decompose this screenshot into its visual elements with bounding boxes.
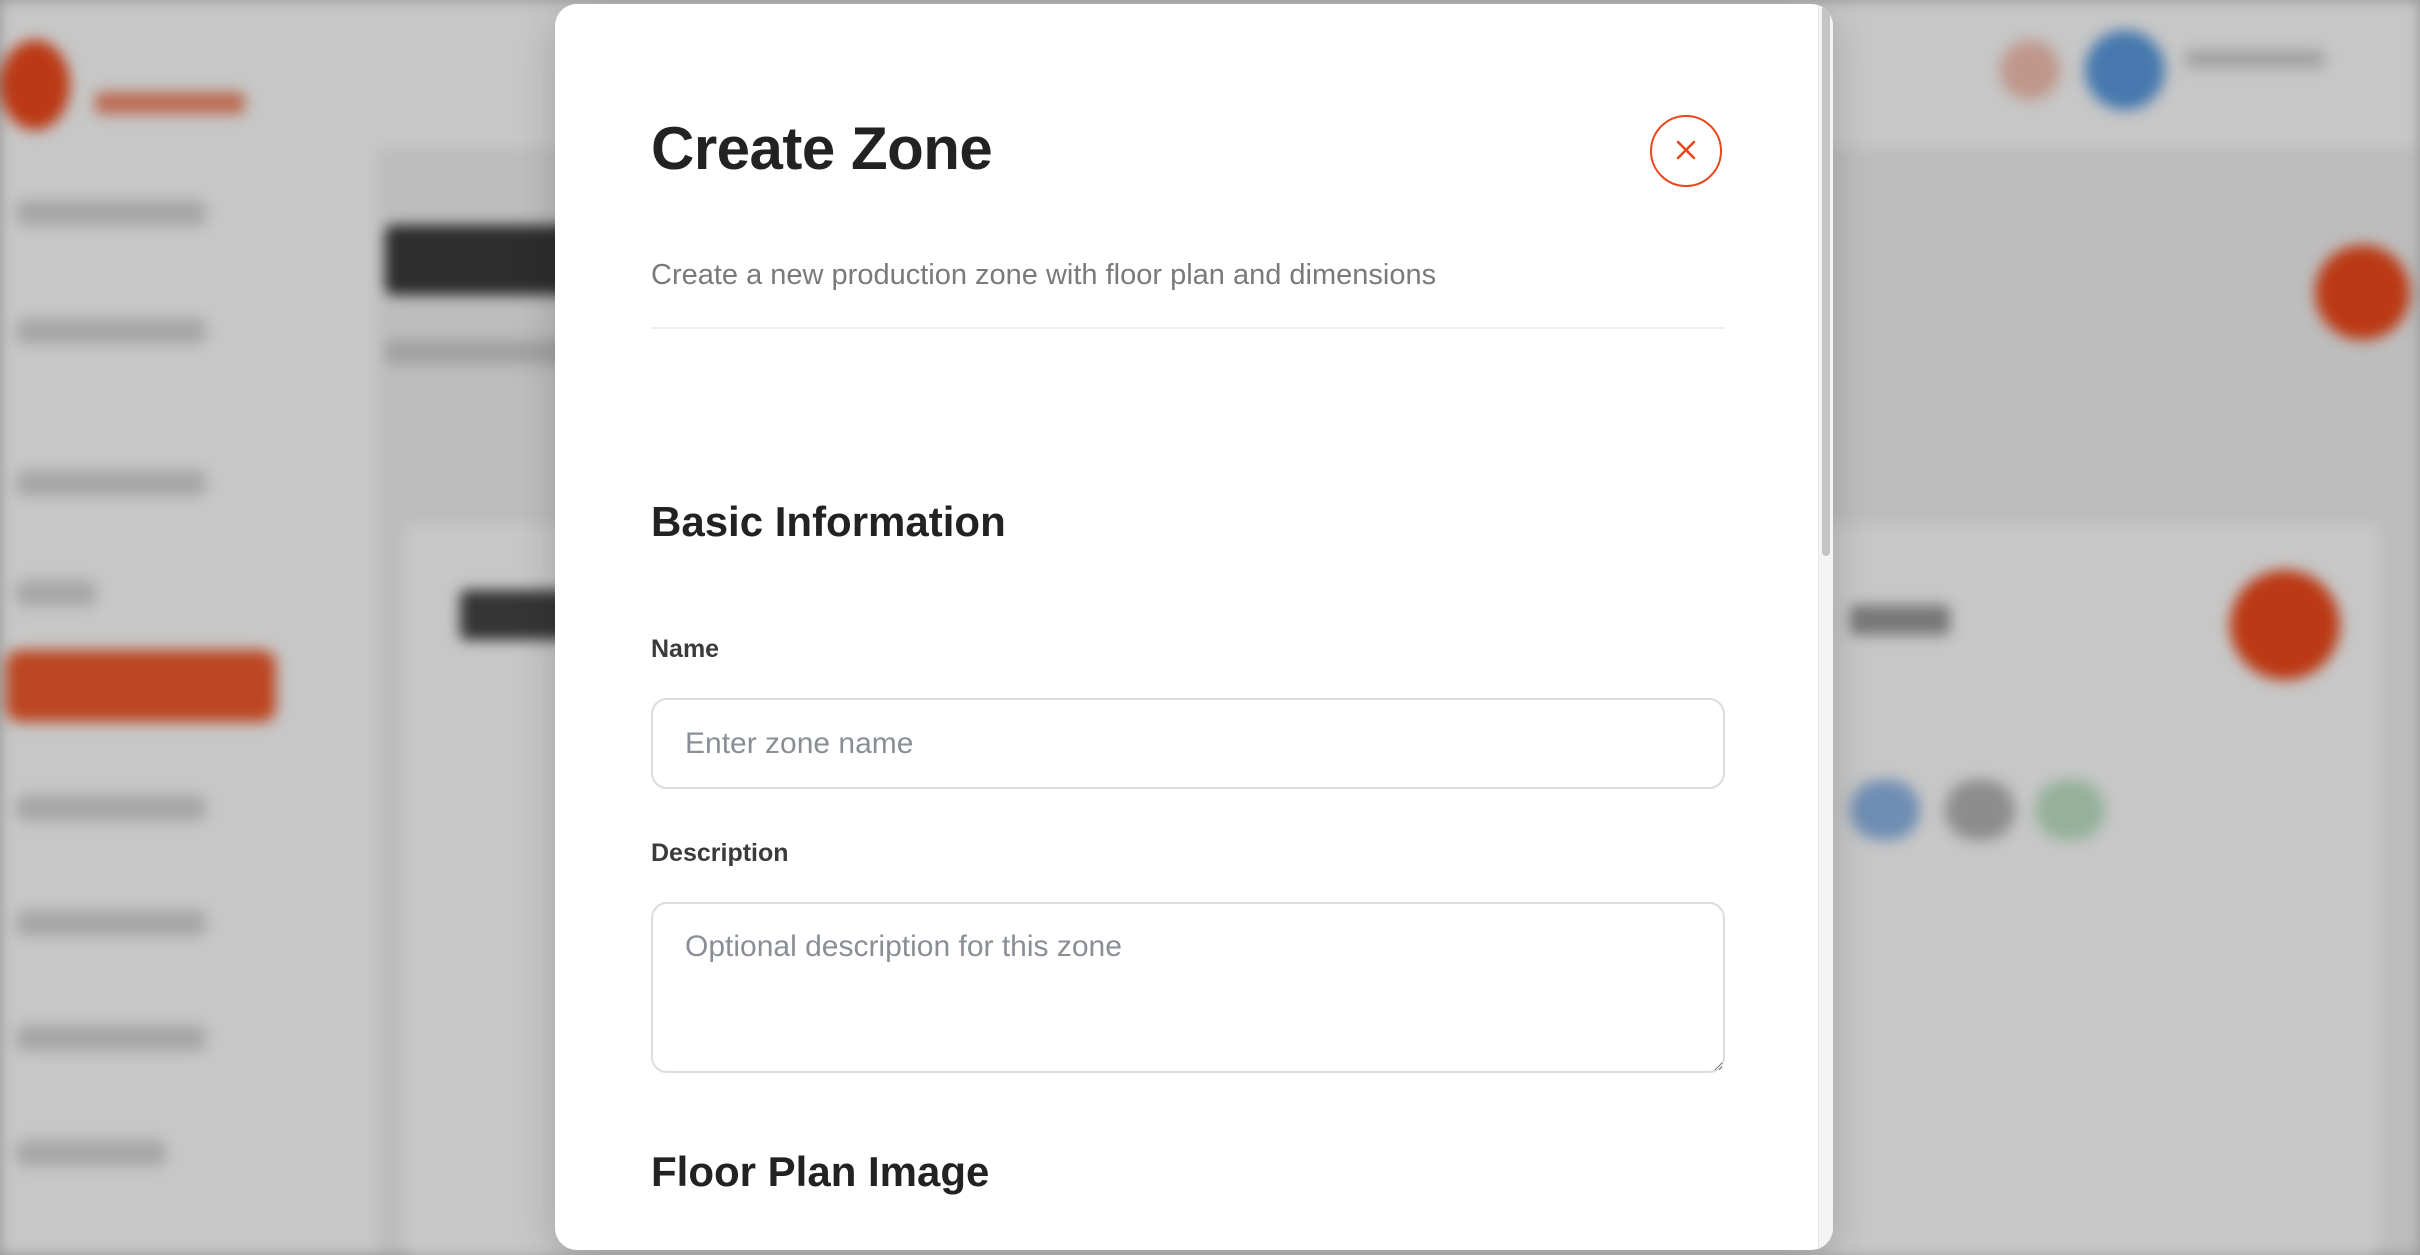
close-icon [1675,139,1697,164]
create-zone-modal: Create Zone Create a new production zone… [555,4,1833,1250]
zone-description-textarea[interactable] [651,902,1725,1073]
modal-content: Create Zone Create a new production zone… [555,4,1819,1250]
modal-scrollbar[interactable] [1818,4,1833,1250]
floor-plan-image-heading: Floor Plan Image [651,1148,990,1195]
header-divider [651,327,1725,329]
scrollbar-thumb[interactable] [1822,6,1830,556]
basic-information-heading: Basic Information [651,498,1006,545]
modal-subtitle: Create a new production zone with floor … [651,259,1437,291]
close-button[interactable] [1650,115,1722,187]
description-label: Description [651,839,789,867]
modal-title: Create Zone [651,115,993,182]
name-label: Name [651,635,720,663]
zone-name-input[interactable] [651,698,1725,789]
